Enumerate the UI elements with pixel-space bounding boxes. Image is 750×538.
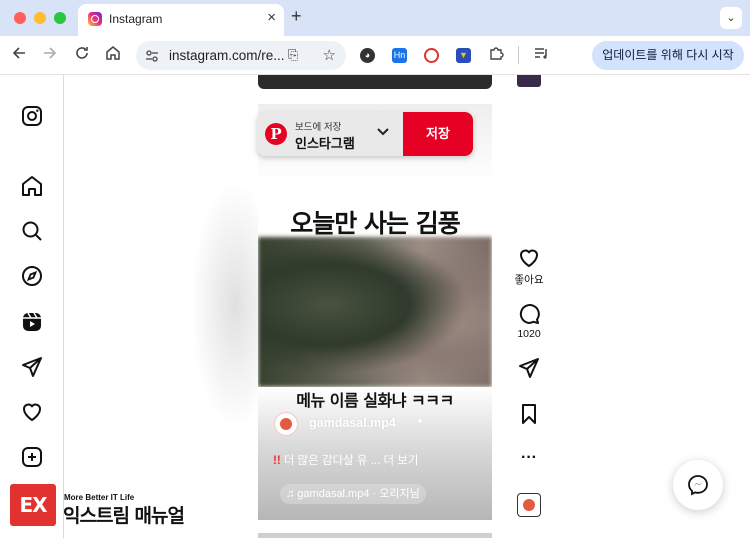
create-plus-icon[interactable]	[20, 445, 44, 469]
share-paper-plane-icon	[519, 358, 539, 378]
comment-count: 1020	[517, 328, 541, 340]
toolbar-divider	[518, 46, 519, 64]
tab-close-button[interactable]: ×	[267, 9, 276, 26]
chevron-down-icon[interactable]	[376, 124, 390, 141]
author-username[interactable]: gamdasal.mp4	[309, 416, 396, 430]
search-icon[interactable]	[20, 219, 44, 243]
comment-bubble-icon	[519, 304, 540, 325]
tab-title: Instagram	[109, 12, 163, 26]
like-label: 좋아요	[514, 274, 544, 286]
author-avatar[interactable]	[274, 412, 298, 436]
close-window-button[interactable]	[14, 12, 26, 24]
reel-author[interactable]: gamdasal.mp4 •	[274, 412, 474, 436]
site-info-icon[interactable]	[144, 48, 160, 64]
maximize-window-button[interactable]	[54, 12, 66, 24]
new-tab-button[interactable]: +	[291, 6, 302, 27]
forward-button[interactable]	[40, 45, 60, 65]
explore-compass-icon[interactable]	[20, 264, 44, 288]
watermark-name: 익스트림 매뉴얼	[63, 505, 185, 527]
restart-to-update-button[interactable]: 업데이트를 위해 다시 시작	[592, 41, 744, 70]
caption-text[interactable]: 더 많은 감다살 유 ... 더 보기	[281, 455, 419, 467]
home-icon	[106, 46, 120, 60]
url-text[interactable]: instagram.com/re...	[169, 48, 285, 63]
pinterest-save-widget[interactable]: P 보드에 저장 인스타그램 저장	[257, 112, 473, 156]
bookmark-icon	[522, 404, 536, 424]
reel-audio-pill[interactable]: ♫ gamdasal.mp4 · 오리지님	[280, 484, 426, 504]
bookmark-star-icon[interactable]: ☆	[323, 46, 336, 64]
instagram-sidebar	[0, 75, 64, 538]
instagram-favicon-icon	[88, 12, 102, 26]
pinterest-save-button[interactable]: 저장	[403, 112, 473, 156]
reel-caption[interactable]: !! 더 많은 감다살 유 ... 더 보기	[273, 452, 418, 468]
extension-record-icon[interactable]	[424, 48, 439, 63]
messenger-icon	[688, 475, 708, 496]
reel-subtitle-text: 메뉴 이름 실화냐 ㅋㅋㅋ	[296, 391, 454, 410]
watermark-logo: EX	[10, 484, 56, 526]
back-button[interactable]	[9, 45, 29, 65]
next-reel-edge[interactable]	[258, 533, 492, 538]
reel-video-player[interactable]: 오늘만 사는 김풍 메뉴 이름 실화냐 ㅋㅋㅋ gamdasal.mp4 • !…	[258, 104, 492, 520]
home-button[interactable]	[103, 45, 123, 65]
install-app-icon[interactable]: ⎘	[288, 47, 298, 63]
notifications-heart-icon[interactable]	[20, 400, 44, 424]
heart-icon	[519, 249, 539, 268]
more-options-button[interactable]: ···	[515, 448, 543, 468]
reload-icon	[76, 47, 88, 59]
previous-audio-thumb[interactable]	[517, 75, 541, 87]
browser-toolbar: instagram.com/re... ⎘ ☆ ◕ Hn ▼ 업데이트를 위해 …	[0, 36, 750, 75]
previous-reel-edge[interactable]	[258, 75, 492, 89]
reels-icon[interactable]	[20, 310, 44, 334]
save-bookmark-button[interactable]	[515, 402, 543, 426]
address-bar[interactable]: instagram.com/re... ⎘ ☆	[136, 41, 346, 70]
board-name[interactable]: 인스타그램	[295, 133, 355, 152]
caption-alert-mark: !!	[273, 455, 281, 467]
extensions-puzzle-icon[interactable]	[486, 45, 506, 65]
reel-video-frame[interactable]	[258, 237, 492, 387]
direct-message-icon[interactable]	[20, 355, 44, 379]
browser-tab-instagram[interactable]: Instagram ×	[78, 4, 284, 36]
media-control-icon[interactable]	[531, 45, 551, 65]
extension-arrow-icon[interactable]: ▼	[456, 48, 471, 63]
extension-hn-icon[interactable]: Hn	[392, 48, 407, 63]
messages-button[interactable]	[673, 460, 723, 510]
instagram-logo-icon[interactable]	[20, 104, 44, 128]
like-button[interactable]	[515, 246, 543, 270]
tab-search-button[interactable]: ⌄	[720, 7, 742, 29]
share-button[interactable]	[515, 356, 543, 380]
arrow-right-icon	[44, 47, 57, 59]
arrow-left-icon	[12, 47, 25, 59]
audio-thumbnail[interactable]	[517, 493, 541, 517]
pinterest-logo-icon: P	[265, 123, 287, 145]
minimize-window-button[interactable]	[34, 12, 46, 24]
reload-button[interactable]	[72, 45, 92, 65]
author-separator: •	[418, 414, 423, 428]
browser-title-bar: Instagram × + ⌄	[0, 0, 750, 36]
home-icon[interactable]	[20, 174, 44, 198]
save-to-board-label: 보드에 저장	[295, 122, 342, 133]
extension-mask-icon[interactable]: ◕	[360, 48, 375, 63]
comment-button[interactable]	[515, 302, 543, 326]
reel-headline-text: 오늘만 사는 김풍	[290, 209, 460, 238]
